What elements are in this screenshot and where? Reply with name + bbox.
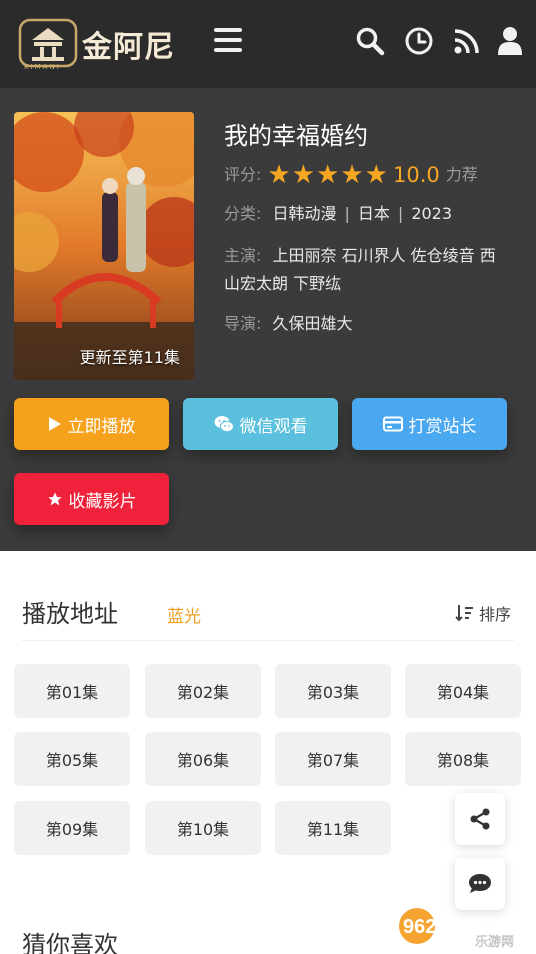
- category-row: 分类: 日韩动漫 | 日本 | 2023: [224, 204, 453, 223]
- sort-icon: [455, 605, 473, 622]
- rating-row: 评分: ★ ★ ★ ★ ★ 10.0 力荐: [224, 161, 478, 189]
- play-button-label: 立即播放: [67, 416, 136, 437]
- rating-stars: ★ ★ ★ ★ ★: [267, 161, 389, 189]
- category-link[interactable]: 日韩动漫: [273, 204, 337, 223]
- rss-icon[interactable]: [452, 26, 482, 56]
- recommend-section-title: 猜你喜欢: [22, 931, 118, 954]
- sort-label: 排序: [479, 605, 512, 624]
- episode-button[interactable]: 第03集: [275, 664, 391, 718]
- donate-button-label: 打赏站长: [408, 416, 477, 437]
- star-icon: ★: [340, 160, 364, 190]
- poster-image[interactable]: 更新至第11集: [14, 112, 194, 380]
- cast-row: 主演: 上田丽奈 石川界人 佐仓绫音 西山宏太朗 下野纮: [224, 242, 504, 298]
- watermark-logo-icon: 962.NET 乐游网: [399, 908, 514, 950]
- watermark-sub: 乐游网: [475, 935, 514, 950]
- quality-tab[interactable]: 蓝光: [167, 602, 201, 627]
- cast-names[interactable]: 上田丽奈 石川界人 佐仓绫音 西山宏太朗 下野纮: [224, 246, 496, 293]
- star-icon: ★: [291, 160, 316, 190]
- wechat-icon: [214, 416, 234, 433]
- director-name[interactable]: 久保田雄大: [273, 314, 353, 333]
- episode-button[interactable]: 第05集: [14, 732, 130, 786]
- comment-icon: [469, 874, 491, 893]
- star-icon: ★: [364, 160, 388, 190]
- share-icon: [470, 808, 490, 830]
- history-icon[interactable]: [404, 26, 434, 56]
- sort-button[interactable]: 排序: [455, 601, 511, 625]
- region-link[interactable]: 日本: [358, 204, 390, 223]
- donate-button[interactable]: 打赏站长: [352, 398, 507, 450]
- cast-label: 主演:: [224, 246, 262, 265]
- play-icon: [48, 417, 61, 431]
- video-title: 我的幸福婚约: [224, 122, 368, 150]
- credit-card-icon: [382, 416, 403, 432]
- episode-button[interactable]: 第04集: [405, 664, 521, 718]
- section-divider: [22, 640, 514, 641]
- video-detail-panel: 更新至第11集 我的幸福婚约 评分: ★ ★ ★ ★ ★ 10.0 力荐 分类:…: [0, 88, 536, 551]
- episode-button[interactable]: 第06集: [145, 732, 261, 786]
- user-icon[interactable]: [497, 26, 527, 56]
- top-header: KIMANI 金阿尼: [0, 0, 536, 88]
- site-logo[interactable]: KIMANI 金阿尼: [18, 18, 175, 71]
- share-button[interactable]: [455, 793, 505, 845]
- logo-emblem-icon: KIMANI: [18, 18, 78, 71]
- watermark-brand: 962.NET: [403, 916, 482, 938]
- wechat-watch-button[interactable]: 微信观看: [183, 398, 338, 450]
- episode-button[interactable]: 第02集: [145, 664, 261, 718]
- rating-label: 评分:: [224, 165, 262, 184]
- episode-button[interactable]: 第09集: [14, 801, 130, 855]
- favorite-button[interactable]: 收藏影片: [14, 473, 169, 525]
- wechat-button-label: 微信观看: [239, 416, 308, 437]
- play-button[interactable]: 立即播放: [14, 398, 169, 450]
- star-icon: [47, 492, 62, 506]
- category-label: 分类:: [224, 204, 262, 223]
- menu-icon[interactable]: [214, 28, 244, 54]
- star-icon: ★: [316, 160, 340, 190]
- director-label: 导演:: [224, 314, 262, 333]
- episode-button[interactable]: 第11集: [275, 801, 391, 855]
- favorite-button-label: 收藏影片: [68, 491, 137, 512]
- rating-score: 10.0: [392, 163, 440, 187]
- rating-recommend: 力荐: [445, 165, 478, 184]
- episode-button[interactable]: 第01集: [14, 664, 130, 718]
- episode-update-label: 更新至第11集: [79, 348, 180, 367]
- logo-subtitle: KIMANI: [24, 63, 61, 71]
- play-source-title: 播放地址: [22, 600, 118, 628]
- search-icon[interactable]: [355, 26, 385, 56]
- site-watermark: 962.NET 乐游网: [397, 902, 531, 950]
- episode-button[interactable]: 第07集: [275, 732, 391, 786]
- logo-text: 金阿尼: [82, 30, 175, 65]
- year-link[interactable]: 2023: [411, 204, 452, 223]
- episode-button[interactable]: 第08集: [405, 732, 521, 786]
- director-row: 导演: 久保田雄大: [224, 310, 353, 338]
- star-icon: ★: [267, 160, 291, 190]
- episode-button[interactable]: 第10集: [145, 801, 261, 855]
